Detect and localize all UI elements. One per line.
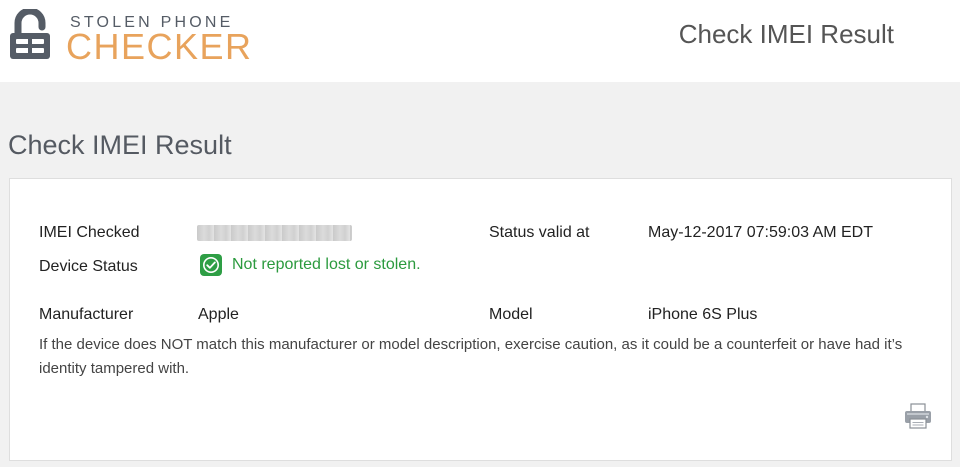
logo-wordmark: CHECKER: [66, 26, 253, 67]
printer-icon[interactable]: [904, 403, 932, 429]
padlock-logo-icon: [10, 9, 50, 59]
page-title: Check IMEI Result: [8, 130, 232, 160]
status-valid-label: Status valid at: [489, 224, 590, 241]
header-title: Check IMEI Result: [678, 19, 894, 49]
caution-note: If the device does NOT match this manufa…: [39, 336, 903, 377]
imei-value-redacted: [197, 225, 352, 241]
device-status-label: Device Status: [39, 258, 138, 275]
manufacturer-label: Manufacturer: [39, 306, 134, 323]
checkmark-circle-icon: [200, 254, 222, 276]
main-content: Check IMEI Result IMEI Checked Status va…: [0, 82, 960, 467]
imei-label: IMEI Checked: [39, 224, 140, 241]
result-card: IMEI Checked Status valid at May-12-2017…: [9, 178, 952, 461]
header: STOLEN PHONE CHECKER Check IMEI Result: [0, 0, 960, 82]
model-value: iPhone 6S Plus: [648, 306, 758, 323]
status-valid-value: May-12-2017 07:59:03 AM EDT: [648, 224, 874, 241]
model-label: Model: [489, 306, 533, 323]
logo[interactable]: STOLEN PHONE CHECKER: [10, 8, 251, 68]
device-status: Not reported lost or stolen.: [200, 253, 421, 277]
manufacturer-value: Apple: [198, 306, 239, 323]
device-status-value: Not reported lost or stolen.: [232, 256, 421, 273]
